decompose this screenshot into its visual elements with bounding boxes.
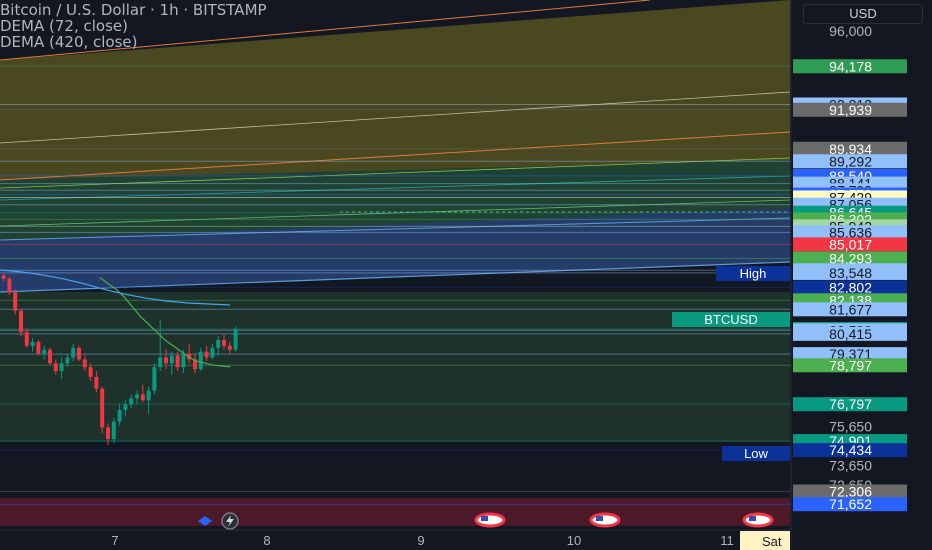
candle-body bbox=[13, 292, 18, 311]
price-label: 78,797 bbox=[829, 357, 872, 373]
us-flag-event-canton bbox=[481, 516, 488, 521]
low-marker: Low bbox=[722, 446, 790, 461]
candle-body bbox=[175, 355, 180, 368]
currency-button[interactable]: USD bbox=[803, 4, 923, 24]
candle-body bbox=[71, 347, 76, 358]
price-tick-label: 96,000 bbox=[829, 23, 872, 39]
candle-body bbox=[227, 345, 232, 350]
us-flag-event-ring bbox=[474, 512, 506, 528]
time-label: 10 bbox=[567, 533, 581, 548]
candle-body bbox=[65, 357, 70, 364]
candle-body bbox=[7, 278, 12, 293]
candle-body bbox=[169, 355, 174, 364]
us-flag-event-ring bbox=[589, 512, 621, 528]
time-highlight-label: Sat bbox=[762, 534, 782, 549]
us-flag-event-ring bbox=[742, 512, 774, 528]
candle-body bbox=[111, 421, 116, 440]
candle-body bbox=[146, 390, 151, 401]
time-axis[interactable]: 7 8 9 10 11 Sat bbox=[0, 529, 791, 550]
time-label: 9 bbox=[417, 533, 424, 548]
candle-body bbox=[1, 275, 6, 279]
candle-body bbox=[94, 376, 99, 389]
candle-body bbox=[135, 394, 139, 399]
candle-body bbox=[24, 332, 29, 346]
candle-body bbox=[48, 349, 52, 364]
candle-body bbox=[198, 351, 203, 370]
candle-body bbox=[117, 409, 122, 422]
candle-body bbox=[106, 427, 110, 440]
price-label: 81,677 bbox=[829, 301, 872, 317]
price-label: 89,292 bbox=[829, 153, 872, 169]
candle-body bbox=[36, 341, 41, 354]
candle-body bbox=[216, 339, 221, 348]
candle-body bbox=[204, 351, 209, 358]
price-label: 76,797 bbox=[829, 396, 872, 412]
us-flag-event-canton bbox=[596, 516, 603, 521]
last-price-symbol: BTCUSD bbox=[704, 312, 757, 327]
candle-body bbox=[222, 339, 226, 346]
time-label: 7 bbox=[111, 533, 118, 548]
candle-body bbox=[30, 341, 35, 346]
us-flag-event-icon[interactable] bbox=[474, 512, 506, 528]
us-flag-event-icon[interactable] bbox=[742, 512, 774, 528]
high-marker-label: High bbox=[740, 266, 767, 281]
candle-body bbox=[129, 398, 134, 405]
symbol-title[interactable]: Bitcoin / U.S. Dollar · 1h · BITSTAMP bbox=[0, 2, 267, 18]
dema-420-legend[interactable]: DEMA (420, close) bbox=[0, 34, 267, 50]
price-label: 80,415 bbox=[829, 326, 872, 342]
low-marker-label: Low bbox=[744, 446, 768, 461]
price-scale[interactable]: 96,00075,65073,65072,650 94,17892,21291,… bbox=[790, 0, 932, 550]
dema-72-legend[interactable]: DEMA (72, close) bbox=[0, 18, 267, 34]
candle-body bbox=[181, 353, 186, 368]
candle-body bbox=[59, 363, 64, 372]
candle-body bbox=[210, 347, 215, 358]
candle-body bbox=[77, 347, 81, 360]
time-label: 8 bbox=[263, 533, 270, 548]
price-label: 74,434 bbox=[829, 442, 872, 458]
candle-body bbox=[53, 363, 58, 372]
us-flag-event-canton bbox=[749, 516, 756, 521]
candle-body bbox=[42, 349, 47, 354]
time-label: 11 bbox=[720, 533, 734, 548]
price-label: 91,939 bbox=[829, 102, 872, 118]
price-label: 94,178 bbox=[829, 58, 872, 74]
candle-body bbox=[19, 310, 23, 333]
candle-body bbox=[88, 367, 93, 377]
chart-legend[interactable]: Bitcoin / U.S. Dollar · 1h · BITSTAMP DE… bbox=[0, 2, 267, 50]
candle-body bbox=[233, 328, 238, 350]
candle-body bbox=[100, 388, 105, 428]
candle-body bbox=[152, 367, 157, 391]
candle-body bbox=[140, 394, 145, 401]
candle-body bbox=[158, 357, 163, 368]
time-axis-background bbox=[0, 530, 791, 550]
price-tick-label: 73,650 bbox=[829, 457, 872, 473]
price-chart[interactable]: 96,00075,65073,65072,650 94,17892,21291,… bbox=[0, 0, 932, 550]
price-label: 71,652 bbox=[829, 496, 872, 512]
high-marker: High bbox=[716, 266, 790, 281]
last-price-marker: BTCUSD bbox=[672, 312, 790, 327]
us-flag-event-icon[interactable] bbox=[589, 512, 621, 528]
candle-body bbox=[164, 357, 168, 364]
zone-red bbox=[0, 498, 790, 526]
candle-body bbox=[82, 359, 87, 368]
candle-body bbox=[123, 404, 128, 410]
